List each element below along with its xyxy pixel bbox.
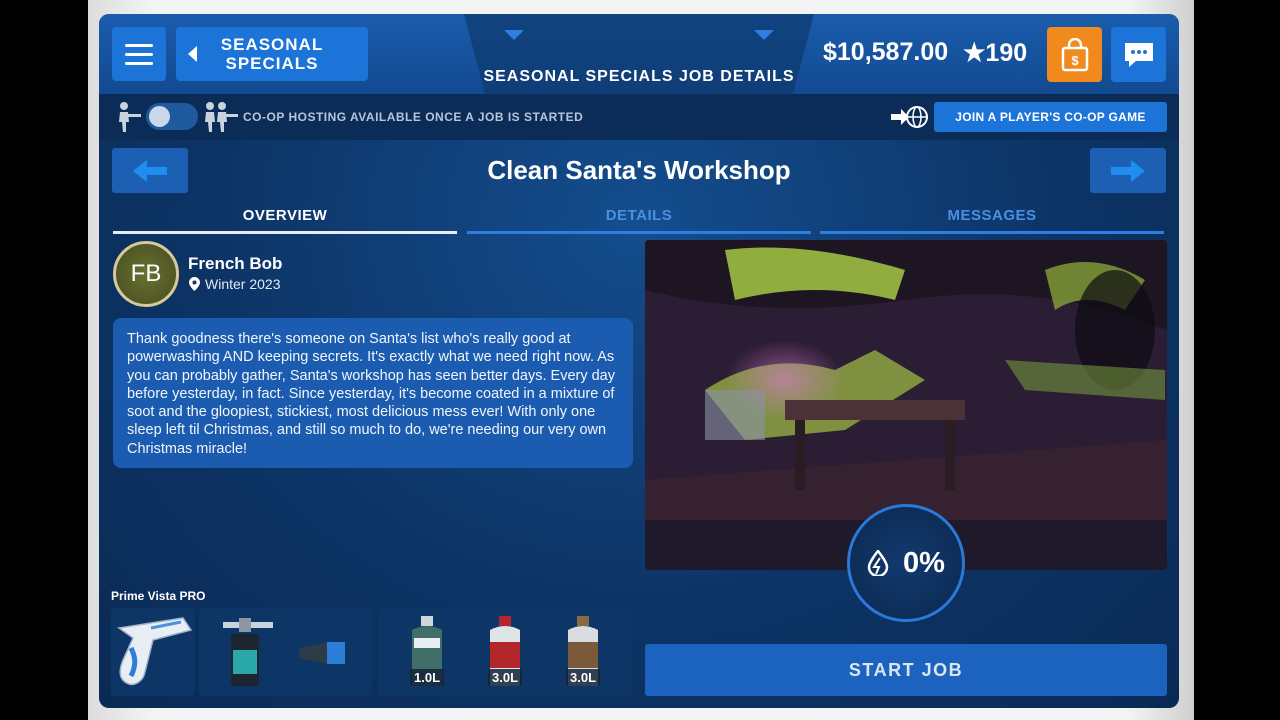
coop-bar: CO-OP HOSTING AVAILABLE ONCE A JOB IS ST… [99,94,1179,140]
chevron-down-icon [754,30,774,40]
coop-toggle[interactable] [146,103,198,130]
shopping-bag-icon: $ [1061,37,1088,71]
pressure-washer-icon [117,617,193,686]
shop-button[interactable]: $ [1047,27,1102,82]
back-button-label: SEASONAL SPECIALS [220,35,324,73]
chat-bubble-icon [1124,42,1153,67]
game-screen: SEASONAL SPECIALS SEASONAL SPECIALS JOB … [99,14,1179,708]
next-job-button[interactable] [1090,148,1166,193]
tab-messages[interactable]: MESSAGES [820,204,1164,234]
washer-slot[interactable] [111,608,195,696]
svg-text:$: $ [1071,53,1079,68]
tab-label: OVERVIEW [242,207,328,224]
job-description: Thank goodness there's someone on Santa'… [113,318,633,468]
top-bar: SEASONAL SPECIALS SEASONAL SPECIALS JOB … [99,14,1179,94]
job-title: Clean Santa's Workshop [487,155,791,185]
tab-label: DETAILS [605,207,673,224]
star-count: ★190 [963,39,1028,67]
arrow-right-icon [1111,159,1145,182]
soap-amount: 3.0L [565,669,601,686]
menu-button[interactable] [112,27,166,81]
client-location: Winter 2023 [189,276,280,292]
chat-button[interactable] [1111,27,1166,82]
soap-bottle[interactable]: 3.0L [558,612,608,692]
tab-overview[interactable]: OVERVIEW [113,204,457,234]
join-coop-button[interactable]: JOIN A PLAYER'S CO-OP GAME [934,102,1167,132]
multiplayer-icon [205,102,238,132]
clean-progress-indicator: 0% [847,504,965,622]
tab-label: MESSAGES [947,207,1037,224]
back-button[interactable]: SEASONAL SPECIALS [176,27,368,81]
foam-lance-icon [223,618,345,686]
job-tabs: OVERVIEW DETAILS MESSAGES [113,204,1165,234]
soap-bottle[interactable]: 1.0L [402,612,452,692]
clean-progress-percent: 0% [903,546,945,579]
screen-title-tab: SEASONAL SPECIALS JOB DETAILS [464,14,814,94]
coop-notice: CO-OP HOSTING AVAILABLE ONCE A JOB IS ST… [243,110,584,124]
washer-name: Prime Vista PRO [111,589,206,603]
money-balance: $10,587.00 [823,38,949,66]
client-name: French Bob [188,254,283,273]
avatar: FB [113,241,179,307]
page-title: SEASONAL SPECIALS JOB DETAILS [483,68,795,85]
tab-details[interactable]: DETAILS [467,204,811,234]
attachments-slot[interactable] [199,608,372,696]
hamburger-menu-icon [125,41,153,68]
avatar-initials: FB [130,260,162,287]
soap-bottle[interactable]: 3.0L [480,612,530,692]
chevron-left-icon [188,46,197,62]
single-player-icon [119,102,141,132]
soap-amount: 1.0L [409,669,445,686]
client-location-text: Winter 2023 [205,276,281,292]
online-join-icon [891,106,928,128]
start-job-label: START JOB [848,659,964,680]
toggle-knob [149,106,170,127]
chevron-down-icon [504,30,524,40]
soaps-slot[interactable]: 1.0L 3.0L 3.0L [378,608,632,696]
location-pin-icon [189,277,200,291]
start-job-button[interactable]: START JOB [645,644,1167,696]
water-drop-icon [867,550,889,576]
soap-amount: 3.0L [487,669,523,686]
